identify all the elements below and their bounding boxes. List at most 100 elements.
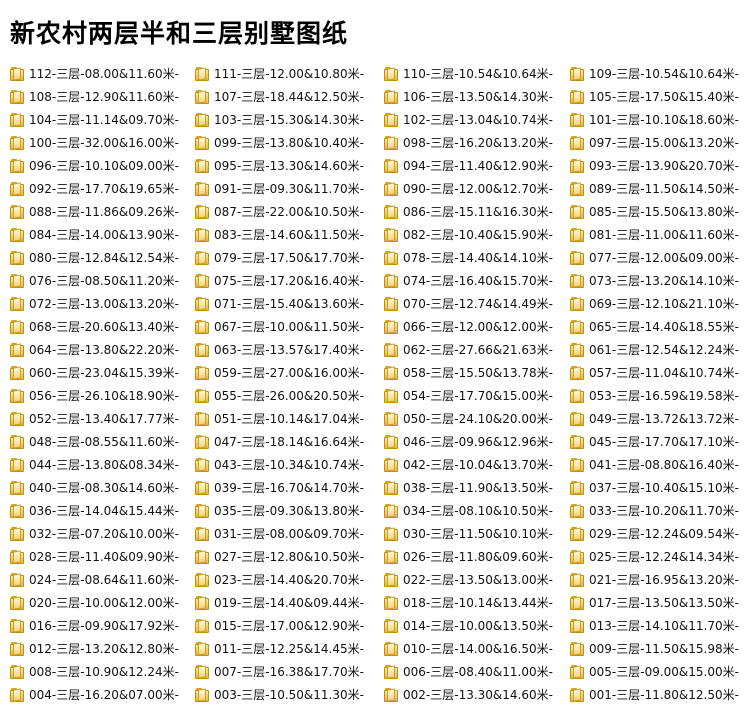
- folder-item[interactable]: 101-三层-10.10&18.60米-: [570, 108, 750, 131]
- folder-item[interactable]: 108-三层-12.90&11.60米-: [10, 85, 195, 108]
- folder-item[interactable]: 033-三层-10.20&11.70米-: [570, 499, 750, 522]
- folder-item[interactable]: 016-三层-09.90&17.92米-: [10, 614, 195, 637]
- folder-item[interactable]: 112-三层-08.00&11.60米-: [10, 62, 195, 85]
- folder-item[interactable]: 109-三层-10.54&10.64米-: [570, 62, 750, 85]
- folder-item[interactable]: 057-三层-11.04&10.74米-: [570, 361, 750, 384]
- folder-item[interactable]: 078-三层-14.40&14.10米-: [384, 246, 570, 269]
- folder-item[interactable]: 020-三层-10.00&12.00米-: [10, 591, 195, 614]
- folder-item[interactable]: 080-三层-12.84&12.54米-: [10, 246, 195, 269]
- folder-item[interactable]: 082-三层-10.40&15.90米-: [384, 223, 570, 246]
- folder-item[interactable]: 098-三层-16.20&13.20米-: [384, 131, 570, 154]
- folder-item[interactable]: 060-三层-23.04&15.39米-: [10, 361, 195, 384]
- folder-item[interactable]: 104-三层-11.14&09.70米-: [10, 108, 195, 131]
- folder-item[interactable]: 031-三层-08.00&09.70米-: [195, 522, 384, 545]
- folder-item[interactable]: 089-三层-11.50&14.50米-: [570, 177, 750, 200]
- folder-item[interactable]: 018-三层-10.14&13.44米-: [384, 591, 570, 614]
- folder-item[interactable]: 001-三层-11.80&12.50米-: [570, 683, 750, 706]
- folder-item[interactable]: 102-三层-13.04&10.74米-: [384, 108, 570, 131]
- folder-item[interactable]: 039-三层-16.70&14.70米-: [195, 476, 384, 499]
- folder-item[interactable]: 008-三层-10.90&12.24米-: [10, 660, 195, 683]
- folder-item[interactable]: 007-三层-16.38&17.70米-: [195, 660, 384, 683]
- folder-item[interactable]: 081-三层-11.00&11.60米-: [570, 223, 750, 246]
- folder-item[interactable]: 040-三层-08.30&14.60米-: [10, 476, 195, 499]
- folder-item[interactable]: 043-三层-10.34&10.74米-: [195, 453, 384, 476]
- folder-item[interactable]: 107-三层-18.44&12.50米-: [195, 85, 384, 108]
- folder-item[interactable]: 023-三层-14.40&20.70米-: [195, 568, 384, 591]
- folder-item[interactable]: 036-三层-14.04&15.44米-: [10, 499, 195, 522]
- folder-item[interactable]: 071-三层-15.40&13.60米-: [195, 292, 384, 315]
- folder-item[interactable]: 090-三层-12.00&12.70米-: [384, 177, 570, 200]
- folder-item[interactable]: 058-三层-15.50&13.78米-: [384, 361, 570, 384]
- folder-item[interactable]: 094-三层-11.40&12.90米-: [384, 154, 570, 177]
- folder-item[interactable]: 010-三层-14.00&16.50米-: [384, 637, 570, 660]
- folder-item[interactable]: 035-三层-09.30&13.80米-: [195, 499, 384, 522]
- folder-item[interactable]: 079-三层-17.50&17.70米-: [195, 246, 384, 269]
- folder-item[interactable]: 014-三层-10.00&13.50米-: [384, 614, 570, 637]
- folder-item[interactable]: 054-三层-17.70&15.00米-: [384, 384, 570, 407]
- folder-item[interactable]: 093-三层-13.90&20.70米-: [570, 154, 750, 177]
- folder-item[interactable]: 091-三层-09.30&11.70米-: [195, 177, 384, 200]
- folder-item[interactable]: 034-三层-08.10&10.50米-: [384, 499, 570, 522]
- folder-item[interactable]: 086-三层-15.11&16.30米-: [384, 200, 570, 223]
- folder-item[interactable]: 005-三层-09.00&15.00米-: [570, 660, 750, 683]
- folder-item[interactable]: 022-三层-13.50&13.00米-: [384, 568, 570, 591]
- folder-item[interactable]: 100-三层-32.00&16.00米-: [10, 131, 195, 154]
- folder-item[interactable]: 046-三层-09.96&12.96米-: [384, 430, 570, 453]
- folder-item[interactable]: 021-三层-16.95&13.20米-: [570, 568, 750, 591]
- folder-item[interactable]: 045-三层-17.70&17.10米-: [570, 430, 750, 453]
- folder-item[interactable]: 013-三层-14.10&11.70米-: [570, 614, 750, 637]
- folder-item[interactable]: 006-三层-08.40&11.00米-: [384, 660, 570, 683]
- folder-item[interactable]: 111-三层-12.00&10.80米-: [195, 62, 384, 85]
- folder-item[interactable]: 019-三层-14.40&09.44米-: [195, 591, 384, 614]
- folder-item[interactable]: 038-三层-11.90&13.50米-: [384, 476, 570, 499]
- folder-item[interactable]: 092-三层-17.70&19.65米-: [10, 177, 195, 200]
- folder-item[interactable]: 083-三层-14.60&11.50米-: [195, 223, 384, 246]
- folder-item[interactable]: 017-三层-13.50&13.50米-: [570, 591, 750, 614]
- folder-item[interactable]: 042-三层-10.04&13.70米-: [384, 453, 570, 476]
- folder-item[interactable]: 076-三层-08.50&11.20米-: [10, 269, 195, 292]
- folder-item[interactable]: 074-三层-16.40&15.70米-: [384, 269, 570, 292]
- folder-item[interactable]: 025-三层-12.24&14.34米-: [570, 545, 750, 568]
- folder-item[interactable]: 070-三层-12.74&14.49米-: [384, 292, 570, 315]
- folder-item[interactable]: 053-三层-16.59&19.58米-: [570, 384, 750, 407]
- folder-item[interactable]: 072-三层-13.00&13.20米-: [10, 292, 195, 315]
- folder-item[interactable]: 062-三层-27.66&21.63米-: [384, 338, 570, 361]
- folder-item[interactable]: 052-三层-13.40&17.77米-: [10, 407, 195, 430]
- folder-item[interactable]: 097-三层-15.00&13.20米-: [570, 131, 750, 154]
- folder-item[interactable]: 002-三层-13.30&14.60米-: [384, 683, 570, 706]
- folder-item[interactable]: 077-三层-12.00&09.00米-: [570, 246, 750, 269]
- folder-item[interactable]: 065-三层-14.40&18.55米-: [570, 315, 750, 338]
- folder-item[interactable]: 012-三层-13.20&12.80米-: [10, 637, 195, 660]
- folder-item[interactable]: 064-三层-13.80&22.20米-: [10, 338, 195, 361]
- folder-item[interactable]: 073-三层-13.20&14.10米-: [570, 269, 750, 292]
- folder-item[interactable]: 067-三层-10.00&11.50米-: [195, 315, 384, 338]
- folder-item[interactable]: 015-三层-17.00&12.90米-: [195, 614, 384, 637]
- folder-item[interactable]: 048-三层-08.55&11.60米-: [10, 430, 195, 453]
- folder-item[interactable]: 011-三层-12.25&14.45米-: [195, 637, 384, 660]
- folder-item[interactable]: 024-三层-08.64&11.60米-: [10, 568, 195, 591]
- folder-item[interactable]: 055-三层-26.00&20.50米-: [195, 384, 384, 407]
- folder-item[interactable]: 103-三层-15.30&14.30米-: [195, 108, 384, 131]
- folder-item[interactable]: 096-三层-10.10&09.00米-: [10, 154, 195, 177]
- folder-item[interactable]: 041-三层-08.80&16.40米-: [570, 453, 750, 476]
- folder-item[interactable]: 068-三层-20.60&13.40米-: [10, 315, 195, 338]
- folder-item[interactable]: 059-三层-27.00&16.00米-: [195, 361, 384, 384]
- folder-item[interactable]: 105-三层-17.50&15.40米-: [570, 85, 750, 108]
- folder-item[interactable]: 066-三层-12.00&12.00米-: [384, 315, 570, 338]
- folder-item[interactable]: 050-三层-24.10&20.00米-: [384, 407, 570, 430]
- folder-item[interactable]: 110-三层-10.54&10.64米-: [384, 62, 570, 85]
- folder-item[interactable]: 085-三层-15.50&13.80米-: [570, 200, 750, 223]
- folder-item[interactable]: 004-三层-16.20&07.00米-: [10, 683, 195, 706]
- folder-item[interactable]: 044-三层-13.80&08.34米-: [10, 453, 195, 476]
- folder-item[interactable]: 030-三层-11.50&10.10米-: [384, 522, 570, 545]
- folder-item[interactable]: 051-三层-10.14&17.04米-: [195, 407, 384, 430]
- folder-item[interactable]: 063-三层-13.57&17.40米-: [195, 338, 384, 361]
- folder-item[interactable]: 084-三层-14.00&13.90米-: [10, 223, 195, 246]
- folder-item[interactable]: 069-三层-12.10&21.10米-: [570, 292, 750, 315]
- folder-item[interactable]: 095-三层-13.30&14.60米-: [195, 154, 384, 177]
- folder-item[interactable]: 027-三层-12.80&10.50米-: [195, 545, 384, 568]
- folder-item[interactable]: 061-三层-12.54&12.24米-: [570, 338, 750, 361]
- folder-item[interactable]: 087-三层-22.00&10.50米-: [195, 200, 384, 223]
- folder-item[interactable]: 037-三层-10.40&15.10米-: [570, 476, 750, 499]
- folder-item[interactable]: 049-三层-13.72&13.72米-: [570, 407, 750, 430]
